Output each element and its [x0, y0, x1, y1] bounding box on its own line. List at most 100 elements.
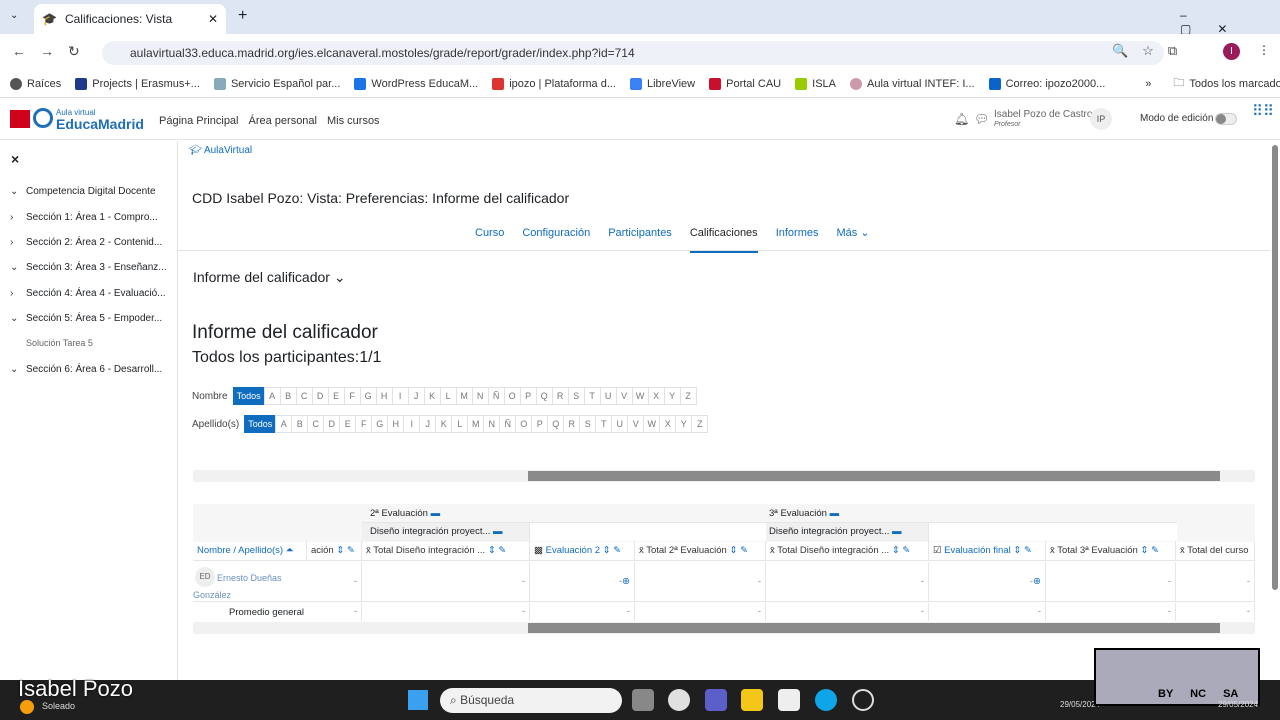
sidebar-item[interactable]: › Sección 1: Área 1 - Compro... — [10, 212, 158, 223]
grade-column-header[interactable]: x̄ Total 3ª Evaluación ⇕ ✎ — [1046, 541, 1176, 561]
letter-filter[interactable]: H — [375, 387, 393, 405]
browser-action-icons[interactable]: 🔍☆⧉ — [1112, 43, 1191, 59]
grade-cell[interactable]: - — [1176, 562, 1255, 602]
subcategory-3[interactable]: Diseño integración proyect... ▬ — [766, 523, 929, 541]
letter-filter[interactable]: Z — [691, 415, 709, 433]
breadcrumb[interactable]: 🎓︎ AulaVirtual — [189, 145, 252, 156]
logo-text[interactable]: EducaMadrid — [56, 116, 144, 132]
sidebar-item[interactable]: ⌄ Sección 5: Área 5 - Empoder... — [10, 313, 162, 324]
letter-filter[interactable]: S — [579, 415, 597, 433]
letter-filter[interactable]: H — [387, 415, 405, 433]
sort-icon[interactable]: ⇕ — [729, 545, 737, 556]
grade-column-header[interactable]: x̄ Total Diseño integración ... ⇕ ✎ — [362, 541, 530, 561]
store-icon[interactable] — [778, 689, 800, 711]
edit-mode-toggle[interactable] — [1215, 113, 1237, 125]
grade-cell[interactable]: -⊕ — [530, 562, 635, 602]
letter-filter[interactable]: J — [407, 387, 425, 405]
grade-column-header[interactable]: x̄ Total Diseño integración ... ⇕ ✎ — [766, 541, 929, 561]
letter-filter[interactable]: M — [455, 387, 473, 405]
window-controls[interactable]: –▢✕ — [1180, 8, 1280, 36]
teams-icon[interactable] — [705, 689, 727, 711]
bookmark[interactable]: ipozo | Plataforma d... — [492, 77, 616, 90]
edge-icon[interactable] — [815, 689, 837, 711]
letter-filter[interactable]: D — [311, 387, 329, 405]
filter-all[interactable]: Todos — [244, 415, 277, 433]
bookmark[interactable]: Raíces — [10, 77, 61, 90]
sort-icon[interactable]: ⇕ — [336, 545, 344, 556]
letter-filter[interactable]: K — [423, 387, 441, 405]
bookmark[interactable]: Portal CAU — [709, 77, 781, 90]
grade-column-header[interactable]: ▩ Evaluación 2 ⇕ ✎ — [530, 541, 635, 561]
letter-filter[interactable]: N — [471, 387, 489, 405]
edit-pencil-icon[interactable]: ✎ — [902, 545, 910, 556]
letter-filter[interactable]: D — [323, 415, 341, 433]
letter-filter[interactable]: U — [611, 415, 629, 433]
bookmark[interactable]: Projects | Erasmus+... — [75, 77, 200, 90]
letter-filter[interactable]: R — [563, 415, 581, 433]
nav-my-courses[interactable]: Mis cursos — [327, 115, 380, 127]
close-sidebar-icon[interactable]: × — [11, 151, 19, 167]
letter-filter[interactable]: Ñ — [499, 415, 517, 433]
letter-filter[interactable]: G — [359, 387, 377, 405]
letter-filter[interactable]: Q — [547, 415, 565, 433]
grade-cell[interactable]: - — [362, 562, 530, 602]
apps-grid-icon[interactable]: ⠿⠿ — [1252, 104, 1274, 119]
grade-column-header[interactable]: ación ⇕ ✎ — [307, 541, 362, 561]
new-tab-icon[interactable]: + — [238, 7, 247, 25]
subcategory-2[interactable]: Diseño integración proyect... ▬ — [362, 523, 530, 541]
notifications-icon[interactable]: 🔔︎ — [954, 112, 969, 126]
grade-cell[interactable]: - — [307, 562, 362, 602]
horizontal-scrollbar[interactable] — [193, 470, 1255, 482]
letter-filter[interactable]: Y — [663, 387, 681, 405]
sidebar-item[interactable]: › Sección 4: Área 4 - Evaluació... — [10, 288, 166, 299]
letter-filter[interactable]: X — [659, 415, 677, 433]
url-field[interactable]: aulavirtual33.educa.madrid.org/ies.elcan… — [102, 41, 1164, 65]
letter-filter[interactable]: G — [371, 415, 389, 433]
menu-icon[interactable]: ⋮ — [1258, 43, 1270, 57]
explorer-icon[interactable] — [741, 689, 763, 711]
all-bookmarks[interactable]: 🗀Todos los marcadores — [1173, 74, 1280, 93]
bookmarks-overflow[interactable]: » — [1145, 78, 1151, 90]
letter-filter[interactable]: M — [467, 415, 485, 433]
letter-filter[interactable]: Y — [675, 415, 693, 433]
letter-filter[interactable]: V — [615, 387, 633, 405]
grade-cell[interactable]: - — [635, 562, 766, 602]
grade-column-header[interactable]: x̄ Total 2ª Evaluación ⇕ ✎ — [635, 541, 766, 561]
letter-filter[interactable]: P — [519, 387, 537, 405]
obs-icon[interactable] — [852, 689, 874, 711]
edit-pencil-icon[interactable]: ✎ — [347, 545, 355, 556]
letter-filter[interactable]: Q — [535, 387, 553, 405]
letter-filter[interactable]: P — [531, 415, 549, 433]
bookmark[interactable]: Correo: ipozo2000... — [988, 77, 1105, 90]
grade-cell[interactable]: -⊕ — [929, 562, 1046, 602]
close-tab-icon[interactable]: ✕ — [208, 12, 218, 26]
letter-filter[interactable]: I — [391, 387, 409, 405]
category-3[interactable]: 3ª Evaluación ▬ — [769, 508, 839, 519]
sidebar-activity[interactable]: Solución Tarea 5 — [26, 338, 93, 348]
bookmark[interactable]: Aula virtual INTEF: I... — [850, 77, 975, 90]
letter-filter[interactable]: B — [291, 415, 309, 433]
tab-settings[interactable]: Configuración — [522, 227, 590, 239]
edit-pencil-icon[interactable]: ✎ — [613, 545, 621, 556]
letter-filter[interactable]: A — [275, 415, 293, 433]
nav-dashboard[interactable]: Área personal — [249, 115, 318, 127]
vertical-scrollbar[interactable] — [1272, 145, 1278, 590]
sort-icon[interactable]: ⇕ — [488, 545, 496, 556]
browser-tab[interactable]: 🎓 Calificaciones: Vista ✕ — [34, 4, 226, 34]
letter-filter[interactable]: E — [339, 415, 357, 433]
letter-filter[interactable]: W — [643, 415, 661, 433]
letter-filter[interactable]: C — [307, 415, 325, 433]
sort-icon[interactable]: ⇕ — [1140, 545, 1148, 556]
zoom-in-icon[interactable]: ⊕ — [1033, 576, 1041, 587]
sort-icon[interactable]: ⇕ — [1013, 545, 1021, 556]
sidebar-item[interactable]: › Sección 2: Área 2 - Contenid... — [10, 237, 162, 248]
letter-filter[interactable]: U — [599, 387, 617, 405]
grade-column-header[interactable]: ☑ Evaluación final ⇕ ✎ — [929, 541, 1046, 561]
sort-icon[interactable]: ⇕ — [892, 545, 900, 556]
category-2[interactable]: 2ª Evaluación ▬ — [370, 508, 440, 519]
taskbar-search[interactable]: ⌕ Búsqueda — [440, 688, 622, 713]
name-column-header[interactable]: Nombre / Apellido(s) ⏶ — [193, 541, 307, 561]
grade-cell[interactable]: - — [1046, 562, 1176, 602]
letter-filter[interactable]: L — [451, 415, 469, 433]
letter-filter[interactable]: B — [279, 387, 297, 405]
